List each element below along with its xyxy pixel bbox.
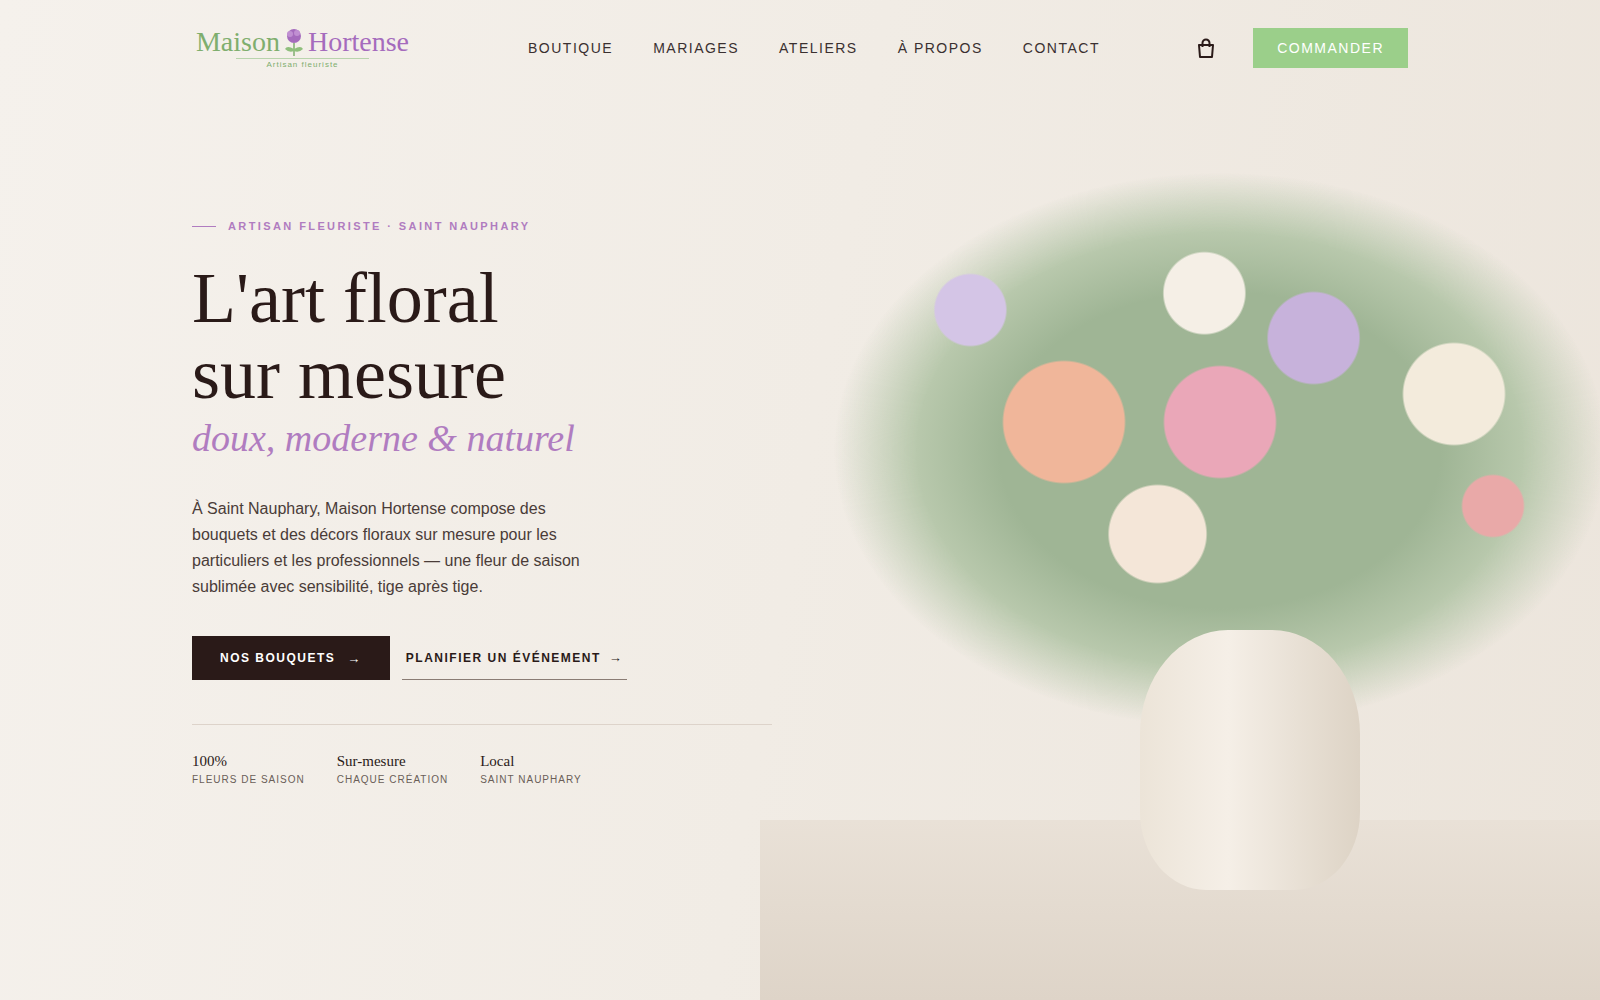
hero-photo — [760, 0, 1600, 1000]
hero: ARTISAN FLEURISTE · SAINT NAUPHARY L'art… — [0, 78, 782, 785]
hero-buttons: NOS BOUQUETS→ PLANIFIER UN ÉVÉNEMENT→ — [192, 636, 782, 680]
logo[interactable]: Maison Hortense Artisan fleuriste — [195, 27, 410, 69]
eyebrow-line — [192, 226, 216, 227]
stat: 100% FLEURS DE SAISON — [192, 753, 305, 785]
nav-link[interactable]: ATELIERS — [779, 40, 858, 56]
stat: Sur-mesure CHAQUE CRÉATION — [337, 753, 449, 785]
stats: 100% FLEURS DE SAISON Sur-mesure CHAQUE C… — [192, 753, 782, 785]
nav-link[interactable]: CONTACT — [1023, 40, 1100, 56]
hero-description: À Saint Nauphary, Maison Hortense compos… — [192, 496, 612, 600]
nav-link[interactable]: MARIAGES — [653, 40, 739, 56]
shopping-bag-icon[interactable] — [1195, 37, 1217, 59]
order-button[interactable]: COMMANDER — [1253, 28, 1408, 68]
header: Maison Hortense Artisan fleuriste BOUTIQ… — [0, 0, 1600, 78]
main-nav: BOUTIQUE MARIAGES ATELIERS À PROPOS CONTACT — [528, 40, 1100, 56]
logo-word: Hortense — [308, 27, 409, 57]
flower-icon — [281, 27, 307, 57]
logo-tagline: Artisan fleuriste — [236, 58, 368, 69]
divider — [192, 724, 772, 725]
vase — [1140, 630, 1360, 890]
header-actions: COMMANDER — [1195, 28, 1408, 68]
eyebrow: ARTISAN FLEURISTE · SAINT NAUPHARY — [192, 220, 782, 232]
page: Maison Hortense Artisan fleuriste BOUTIQ… — [0, 0, 1600, 1000]
event-button[interactable]: PLANIFIER UN ÉVÉNEMENT→ — [402, 636, 628, 680]
hero-script: doux, moderne & naturel — [192, 412, 782, 464]
hero-title: L'art floralsur mesure — [192, 260, 782, 412]
bouquets-button[interactable]: NOS BOUQUETS→ — [192, 636, 390, 680]
logo-word: Maison — [196, 27, 280, 57]
nav-link[interactable]: BOUTIQUE — [528, 40, 613, 56]
nav-link[interactable]: À PROPOS — [898, 40, 983, 56]
stat: Local SAINT NAUPHARY — [480, 753, 581, 785]
